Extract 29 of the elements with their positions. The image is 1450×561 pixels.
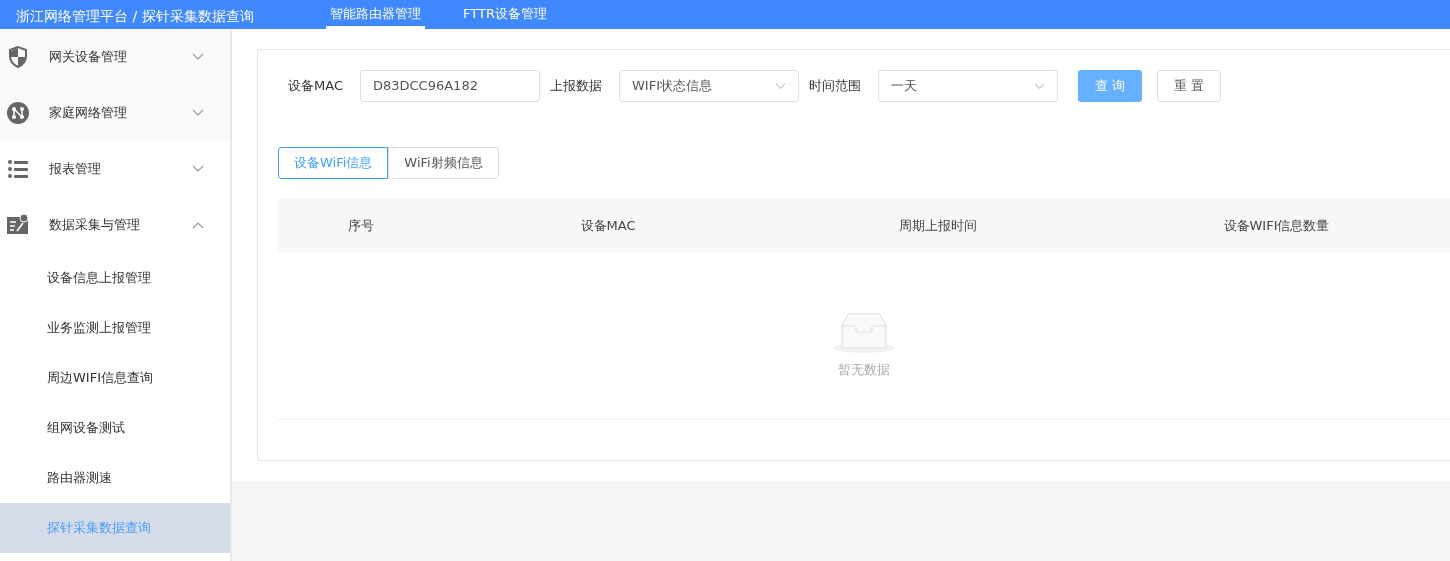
- input-field[interactable]: D83DCC96A182: [359, 70, 540, 102]
- column-header: 设备WIFI信息数量: [1222, 217, 1331, 236]
- filter-label: 设备MAC: [288, 77, 343, 96]
- list-icon: [6, 157, 30, 181]
- column-header: 周期上报时间: [898, 217, 978, 236]
- select-value: WIFI状态信息: [631, 77, 712, 96]
- tab[interactable]: WiFi射频信息: [388, 147, 499, 179]
- chevron-down-icon: [1033, 82, 1045, 90]
- column-header: 序号: [346, 217, 375, 236]
- network-icon: [6, 101, 30, 125]
- reset-button[interactable]: 重 置: [1156, 70, 1221, 102]
- empty-text: 暂无数据: [838, 361, 890, 380]
- filter-label: 上报数据: [549, 77, 602, 96]
- form-icon: [6, 213, 30, 237]
- filter-label: 时间范围: [808, 77, 861, 96]
- select-field[interactable]: WIFI状态信息: [618, 70, 799, 102]
- sidebar-item[interactable]: 网关设备管理: [0, 29, 230, 85]
- empty-box-icon: [832, 312, 896, 355]
- sidebar-label: 家庭网络管理: [49, 104, 128, 123]
- column-header: 设备MAC: [579, 217, 637, 236]
- sidebar-item[interactable]: 家庭网络管理: [0, 85, 230, 141]
- shield-icon: [6, 45, 30, 69]
- select-field[interactable]: 一天: [877, 70, 1058, 102]
- sidebar-label: 数据采集与管理: [49, 216, 141, 235]
- page-title: 浙江网络管理平台 / 探针采集数据查询: [15, 7, 255, 26]
- select-value: 一天: [890, 77, 917, 96]
- chevron-down-icon: [774, 82, 786, 90]
- sidebar-label: 网关设备管理: [49, 48, 128, 67]
- sidebar-label: 报表管理: [49, 160, 102, 179]
